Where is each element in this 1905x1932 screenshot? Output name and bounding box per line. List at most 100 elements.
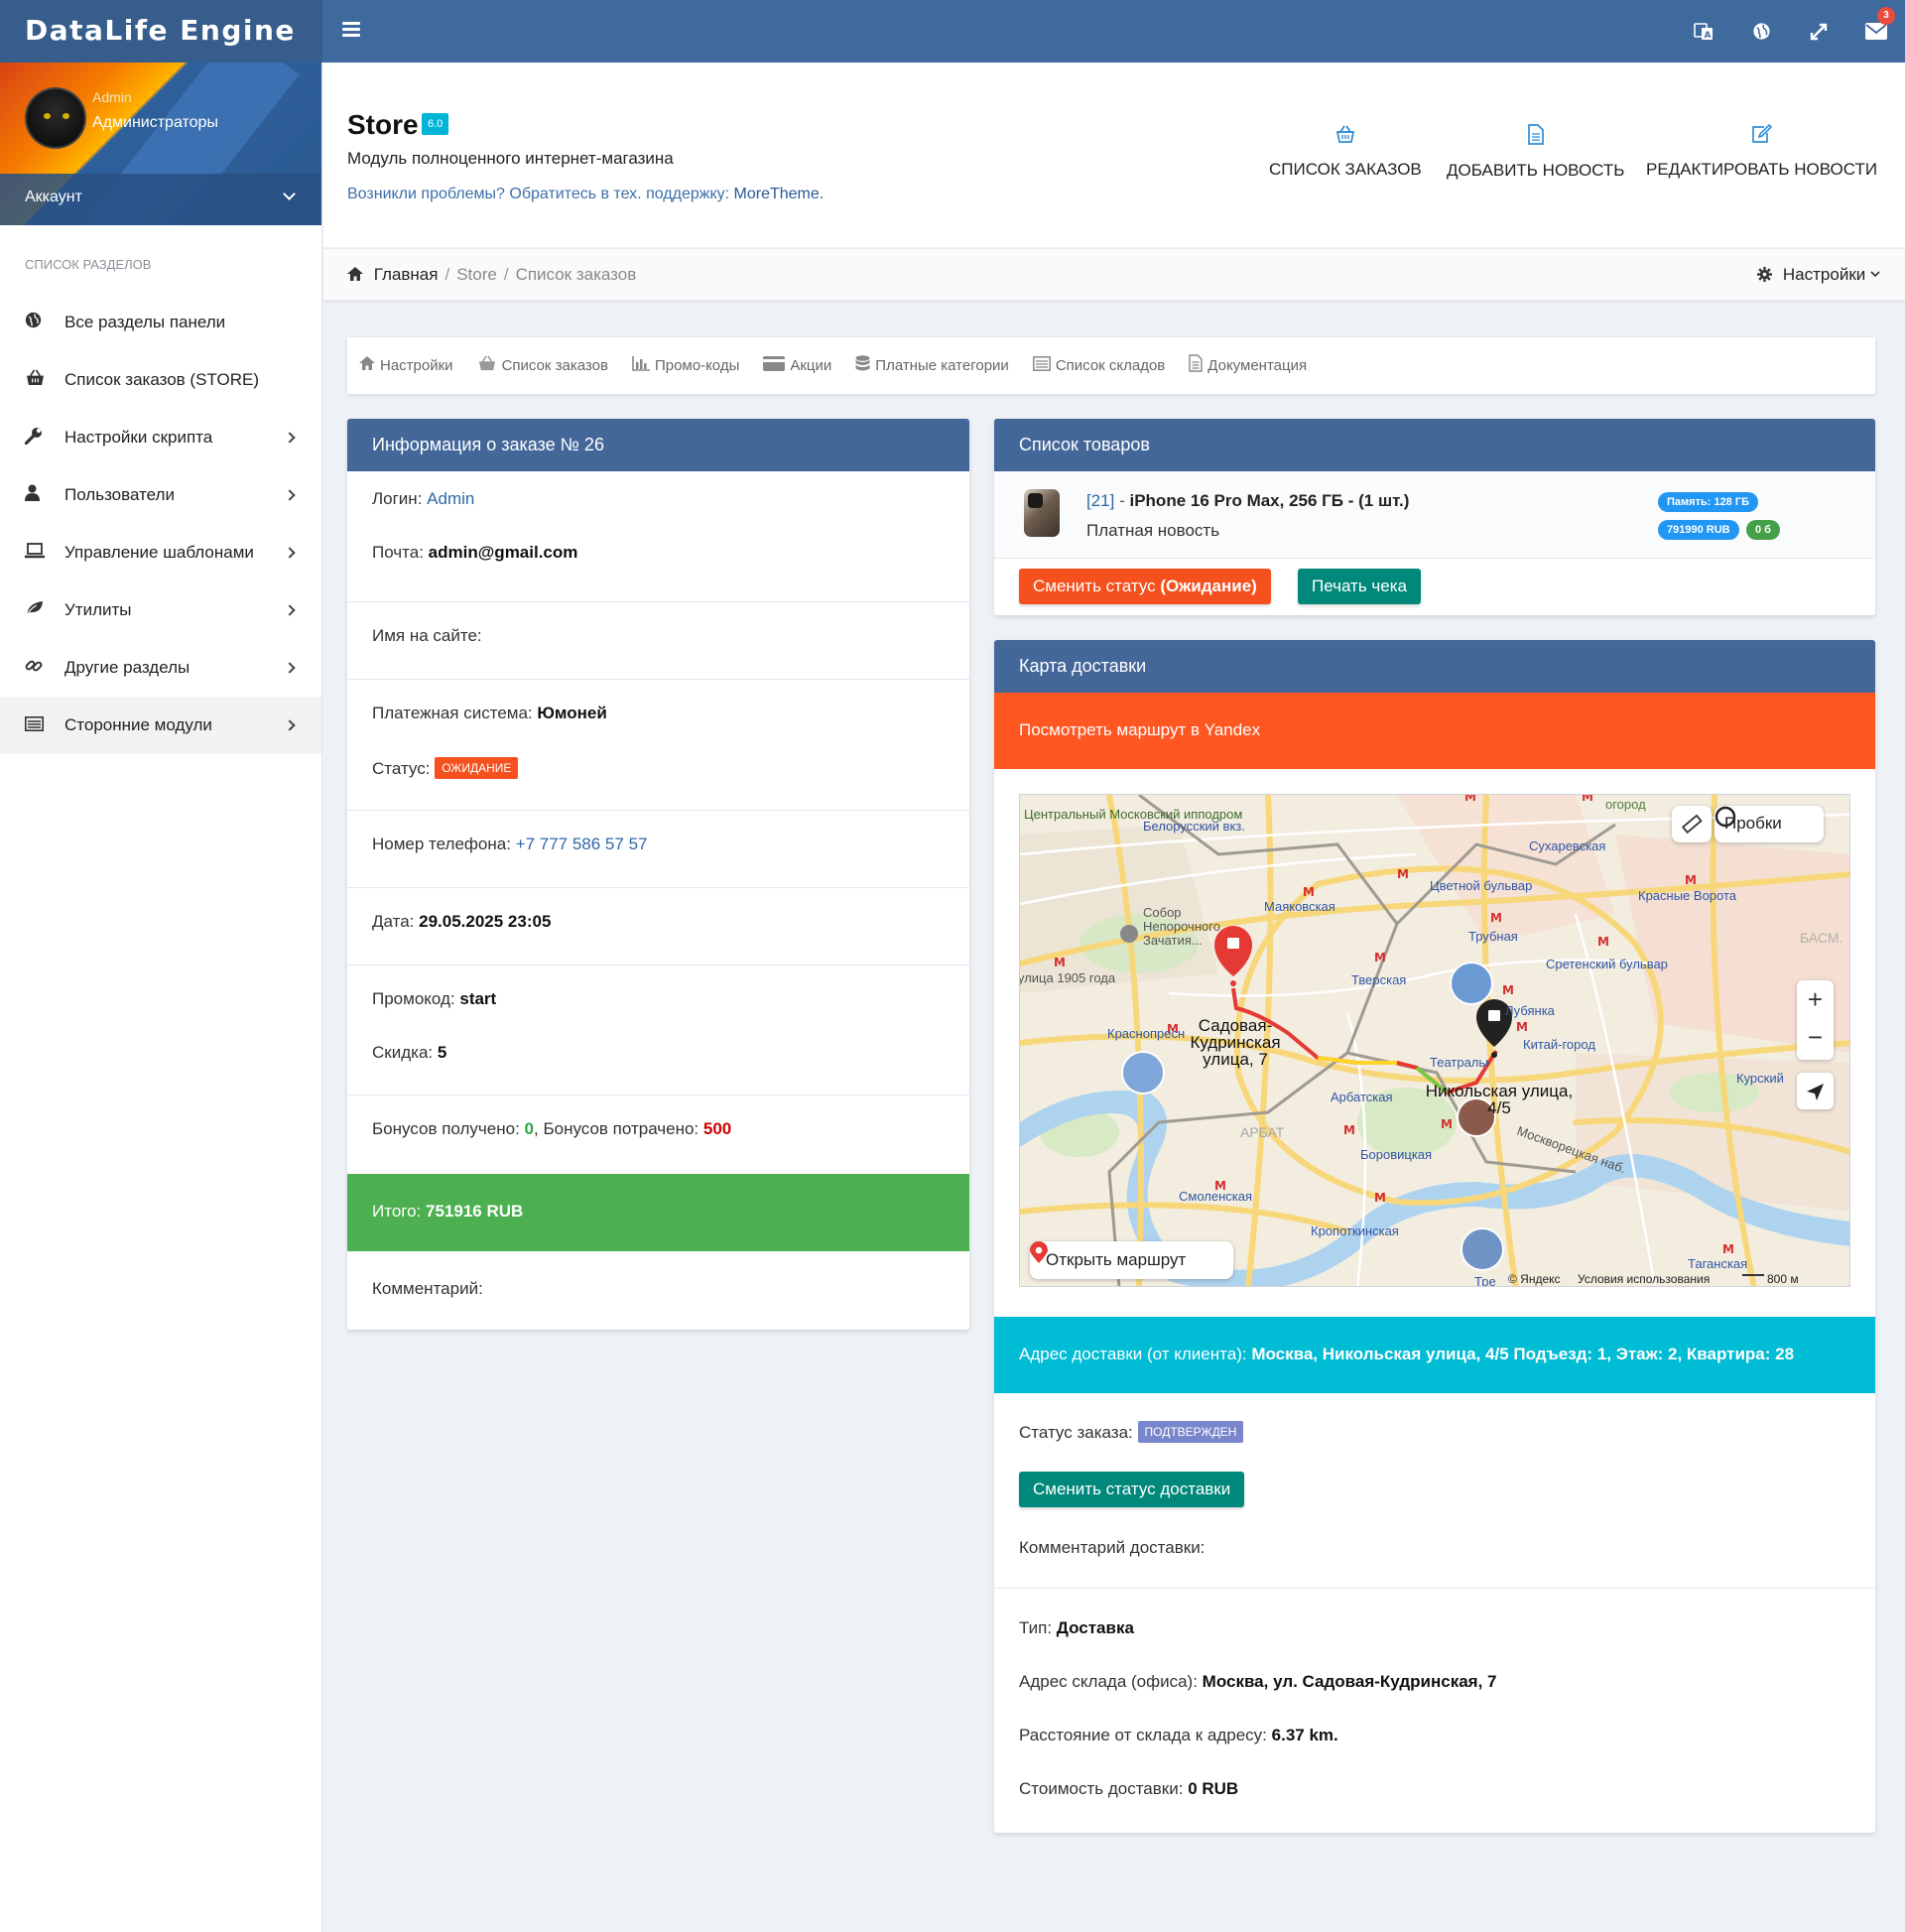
change-status-label: Сменить статус xyxy=(1033,577,1156,595)
order-account-block: Логин: Admin Почта: admin@gmail.com xyxy=(347,471,969,602)
print-receipt-button[interactable]: Печать чека xyxy=(1298,569,1421,604)
header-action-orders[interactable]: СПИСОК ЗАКАЗОВ xyxy=(1269,124,1422,180)
toolbar-promo-codes[interactable]: Промо-коды xyxy=(632,355,739,376)
payment-label: Платежная система: xyxy=(372,704,533,722)
sidebar-item-templates[interactable]: Управление шаблонами xyxy=(0,524,321,581)
translate-icon[interactable]: A xyxy=(1675,0,1732,63)
price-badge: 791990 RUB xyxy=(1658,520,1739,540)
toolbar-label: Документация xyxy=(1207,357,1308,374)
comment-label: Комментарий: xyxy=(372,1279,483,1298)
map-copyright[interactable]: © Яндекс xyxy=(1508,1272,1561,1286)
mail-icon[interactable]: 3 xyxy=(1847,0,1905,63)
delivery-status-block: Статус заказа: ПОДТВЕРЖДЕН Сменить стату… xyxy=(994,1393,1875,1589)
destination-label: Никольская улица, 4/5 xyxy=(1425,1082,1574,1117)
breadcrumb-current: Список заказов xyxy=(515,265,637,284)
map-terms-link[interactable]: Условия использования xyxy=(1578,1272,1710,1286)
locate-button[interactable] xyxy=(1797,1073,1834,1109)
menu-toggle-icon[interactable] xyxy=(342,22,360,38)
fullscreen-icon[interactable] xyxy=(1790,0,1847,63)
database-icon xyxy=(855,354,870,377)
user-name[interactable]: Admin xyxy=(92,89,132,105)
toolbar-documentation[interactable]: Документация xyxy=(1189,354,1307,377)
delivery-address-bar: Адрес доставки (от клиента): Москва, Ник… xyxy=(994,1317,1875,1393)
map-label: Собор Непорочного Зачатия... xyxy=(1143,905,1220,948)
sidebar-item-utilities[interactable]: Утилиты xyxy=(0,581,321,639)
toolbar-orders[interactable]: Список заказов xyxy=(477,355,608,376)
avatar[interactable] xyxy=(25,87,86,149)
login-link[interactable]: Admin xyxy=(427,489,474,508)
zoom-out-button[interactable]: − xyxy=(1797,1020,1834,1060)
account-dropdown[interactable]: Аккаунт xyxy=(0,174,321,225)
open-route-button[interactable]: Открыть маршрут xyxy=(1030,1241,1233,1279)
origin-label: Садовая-Кудринская улица, 7 xyxy=(1190,1016,1281,1069)
change-delivery-status-button[interactable]: Сменить статус доставки xyxy=(1019,1472,1245,1507)
sidebar-item-store-orders[interactable]: Список заказов (STORE) xyxy=(0,351,321,409)
sidebar-item-script-settings[interactable]: Настройки скрипта xyxy=(0,409,321,466)
toolbar-label: Список складов xyxy=(1055,357,1166,374)
map-label: Белорусский вкз. xyxy=(1143,819,1245,834)
delivery-map[interactable]: M M M M M M M M M M M M M M M M M Центра… xyxy=(1019,794,1850,1287)
zoom-in-button[interactable]: + xyxy=(1797,980,1834,1020)
map-label: Трубная xyxy=(1468,929,1518,944)
sidebar-item-other-sections[interactable]: Другие разделы xyxy=(0,639,321,697)
map-canvas: M M M M M M M M M M M M M M M M M xyxy=(1020,795,1849,1286)
header-action-edit-news[interactable]: РЕДАКТИРОВАТЬ НОВОСТИ xyxy=(1646,123,1877,180)
comment-block: Комментарий: xyxy=(347,1251,969,1330)
svg-text:M: M xyxy=(1490,911,1502,925)
distance-label: Расстояние от склада к адресу: xyxy=(1019,1726,1267,1744)
sidebar-item-all-sections[interactable]: Все разделы панели xyxy=(0,294,321,351)
header-action-add-news[interactable]: ДОБАВИТЬ НОВОСТЬ xyxy=(1447,124,1624,181)
ruler-button[interactable] xyxy=(1672,806,1712,842)
product-subtitle: Платная новость xyxy=(1086,521,1220,540)
brand-logo[interactable]: DataLife Engine xyxy=(0,0,322,63)
delivery-details-block: Тип: Доставка Адрес склада (офиса): Моск… xyxy=(994,1589,1875,1827)
chevron-right-icon xyxy=(284,719,296,731)
change-status-button[interactable]: Сменить статус (Ожидание) xyxy=(1019,569,1271,604)
svg-text:A: A xyxy=(1705,31,1712,41)
basket-icon xyxy=(25,369,64,391)
promo-label: Промокод: xyxy=(372,989,455,1008)
sidebar: Admin Администраторы Аккаунт Список разд… xyxy=(0,63,322,1932)
phone-link[interactable]: +7 777 586 57 57 xyxy=(516,835,648,853)
map-label: Лубянка xyxy=(1505,1003,1555,1018)
toolbar-paid-categories[interactable]: Платные категории xyxy=(855,354,1009,377)
sidebar-item-label: Список заказов (STORE) xyxy=(64,370,259,389)
delivery-type-row: Тип: Доставка xyxy=(1019,1618,1134,1638)
yandex-route-link[interactable]: Посмотреть маршрут в Yandex xyxy=(994,693,1875,769)
toolbar-warehouses[interactable]: Список складов xyxy=(1032,355,1166,376)
sidebar-item-users[interactable]: Пользователи xyxy=(0,466,321,524)
svg-text:M: M xyxy=(1597,935,1609,949)
gear-icon xyxy=(1757,265,1777,284)
svg-text:M: M xyxy=(1582,795,1593,804)
promo-value: start xyxy=(459,989,497,1008)
page-title: Store xyxy=(347,109,419,140)
product-id-link[interactable]: [21] xyxy=(1086,491,1114,510)
support-text: Возникли проблемы? Обратитесь в тех. под… xyxy=(347,186,824,203)
traffic-button[interactable]: Пробки xyxy=(1714,806,1824,842)
total-value: 751916 RUB xyxy=(426,1202,524,1221)
bonus-badge: 0 б xyxy=(1746,520,1780,540)
breadcrumb-home[interactable]: Главная xyxy=(374,265,439,284)
svg-text:M: M xyxy=(1343,1123,1355,1137)
order-panel-title: Информация о заказе № 26 xyxy=(347,419,969,471)
sidebar-item-third-party-modules[interactable]: Сторонние модули xyxy=(0,697,321,754)
date-block: Дата: 29.05.2025 23:05 xyxy=(347,888,969,966)
payment-value: Юмоней xyxy=(537,704,607,722)
map-scale: 800 м xyxy=(1767,1272,1799,1286)
discount-label: Скидка: xyxy=(372,1043,434,1062)
order-info-panel: Информация о заказе № 26 Логин: Admin По… xyxy=(347,419,969,1330)
map-label: БАСМ. xyxy=(1800,930,1843,946)
map-label: Театральная xyxy=(1430,1055,1489,1070)
breadcrumb-store[interactable]: Store xyxy=(456,265,497,284)
map-label: Китай-город xyxy=(1523,1037,1595,1052)
products-panel-title: Список товаров xyxy=(994,419,1875,471)
product-image[interactable] xyxy=(1024,489,1060,537)
toolbar-settings[interactable]: Настройки xyxy=(359,356,453,375)
support-link[interactable]: MoreTheme. xyxy=(734,186,825,202)
globe-icon[interactable] xyxy=(1732,0,1790,63)
settings-dropdown[interactable]: Настройки xyxy=(1757,265,1880,285)
toolbar-promotions[interactable]: Акции xyxy=(763,355,831,376)
chevron-right-icon xyxy=(284,662,296,674)
map-label: Сухаревская xyxy=(1529,838,1606,853)
sidebar-item-label: Пользователи xyxy=(64,485,175,504)
